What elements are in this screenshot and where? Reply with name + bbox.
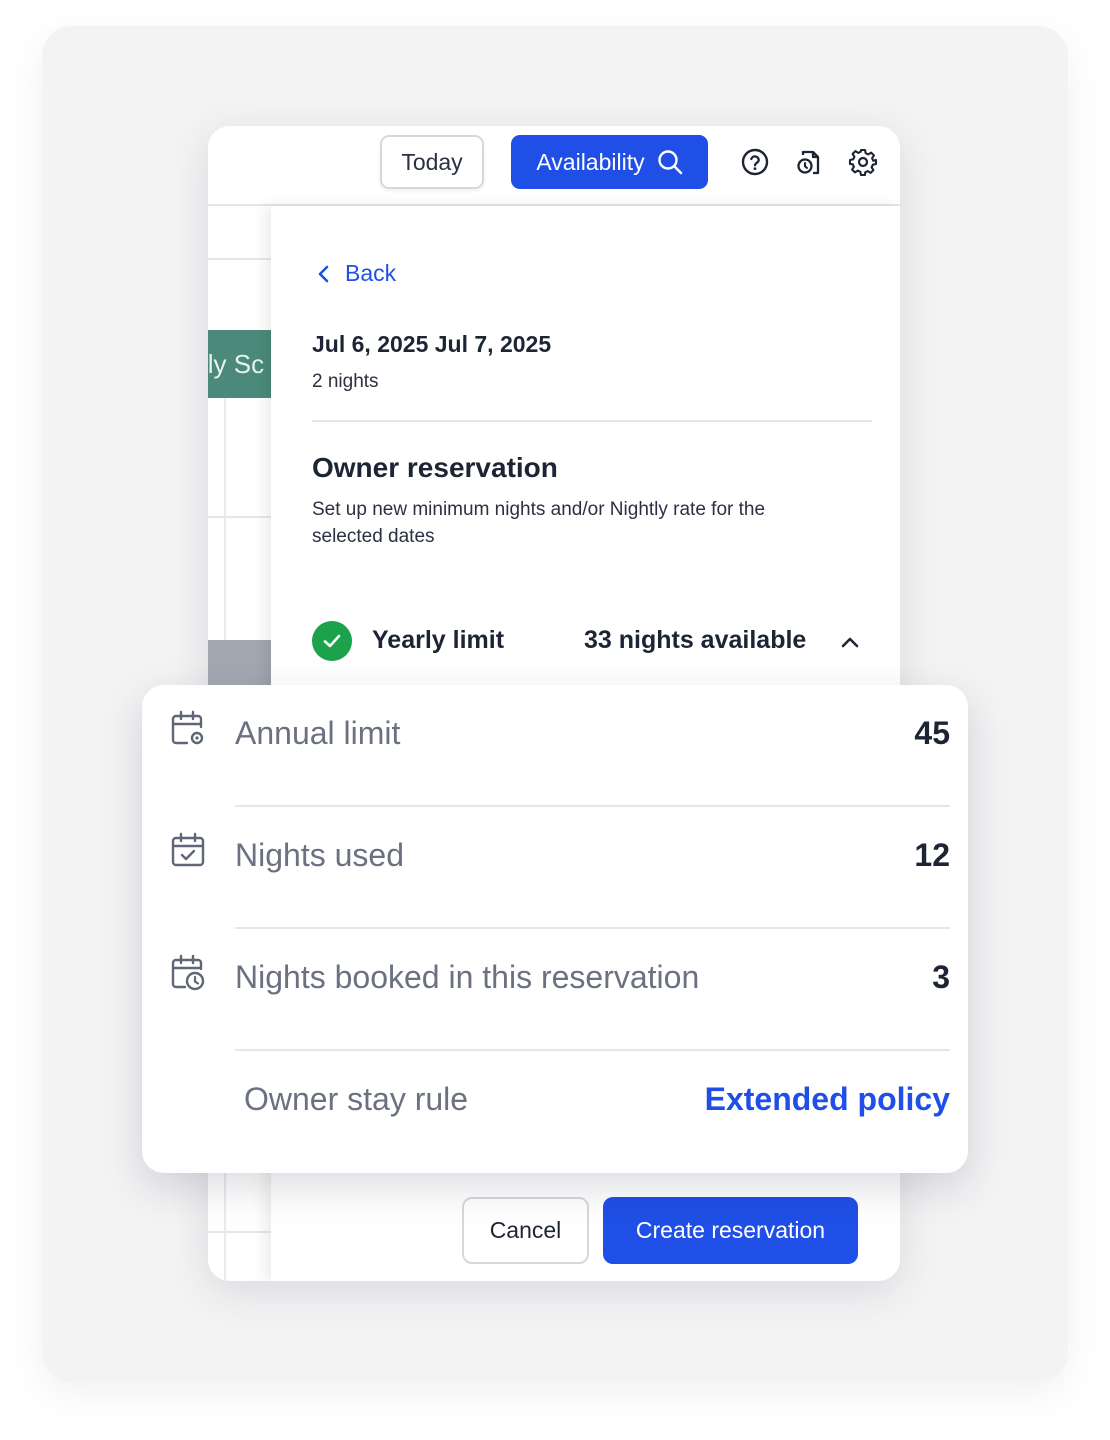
yearly-limit-label: Yearly limit	[372, 626, 505, 654]
calendar-event[interactable]: ily Sc	[208, 330, 271, 398]
gear-icon[interactable]	[848, 147, 878, 177]
check-circle-icon	[312, 621, 352, 661]
calendar-clock-icon	[171, 954, 205, 991]
chevron-up-icon[interactable]	[838, 630, 862, 654]
limit-row: Nights used 12	[142, 807, 968, 929]
divider	[312, 420, 872, 422]
top-toolbar: Today Availability	[208, 126, 900, 206]
create-reservation-button[interactable]: Create reservation	[603, 1197, 858, 1264]
cancel-button[interactable]: Cancel	[462, 1197, 589, 1264]
availability-label: Availability	[536, 148, 645, 175]
calendar-gridline	[208, 1231, 271, 1233]
section-title: Owner reservation	[312, 452, 558, 483]
owner-stay-rule-label: Owner stay rule	[244, 1081, 469, 1117]
today-button[interactable]: Today	[380, 135, 484, 189]
document-clock-icon[interactable]	[794, 147, 824, 177]
nights-count: 2 nights	[312, 371, 379, 392]
nights-booked-label: Nights booked in this reservation	[235, 959, 700, 995]
limit-details-card: Annual limit 45 Nights used 12 Nights bo…	[142, 685, 968, 1173]
yearly-limit-value: 33 nights available	[584, 626, 807, 654]
back-link[interactable]: Back	[317, 260, 396, 287]
annual-limit-label: Annual limit	[235, 715, 401, 751]
calendar-gear-icon	[171, 710, 204, 745]
nights-used-value: 12	[914, 837, 950, 873]
limit-row: Nights booked in this reservation 3	[142, 929, 968, 1051]
calendar-gridline	[208, 516, 271, 518]
section-description: Set up new minimum nights and/or Nightly…	[312, 499, 766, 547]
availability-button[interactable]: Availability	[511, 135, 708, 189]
chevron-left-icon	[318, 265, 329, 282]
annual-limit-value: 45	[914, 715, 950, 751]
limit-row: Annual limit 45	[142, 685, 968, 807]
date-range: Jul 6, 2025 Jul 7, 2025	[312, 331, 552, 357]
calendar-gridline	[208, 258, 271, 260]
search-icon	[657, 150, 682, 175]
back-label: Back	[345, 260, 397, 286]
nights-booked-value: 3	[932, 959, 950, 995]
help-icon[interactable]	[740, 147, 770, 177]
calendar-check-icon	[171, 832, 205, 867]
calendar-blocked-cell	[208, 640, 271, 685]
extended-policy-link[interactable]: Extended policy	[705, 1081, 950, 1118]
divider	[235, 1049, 950, 1051]
nights-used-label: Nights used	[235, 837, 404, 873]
